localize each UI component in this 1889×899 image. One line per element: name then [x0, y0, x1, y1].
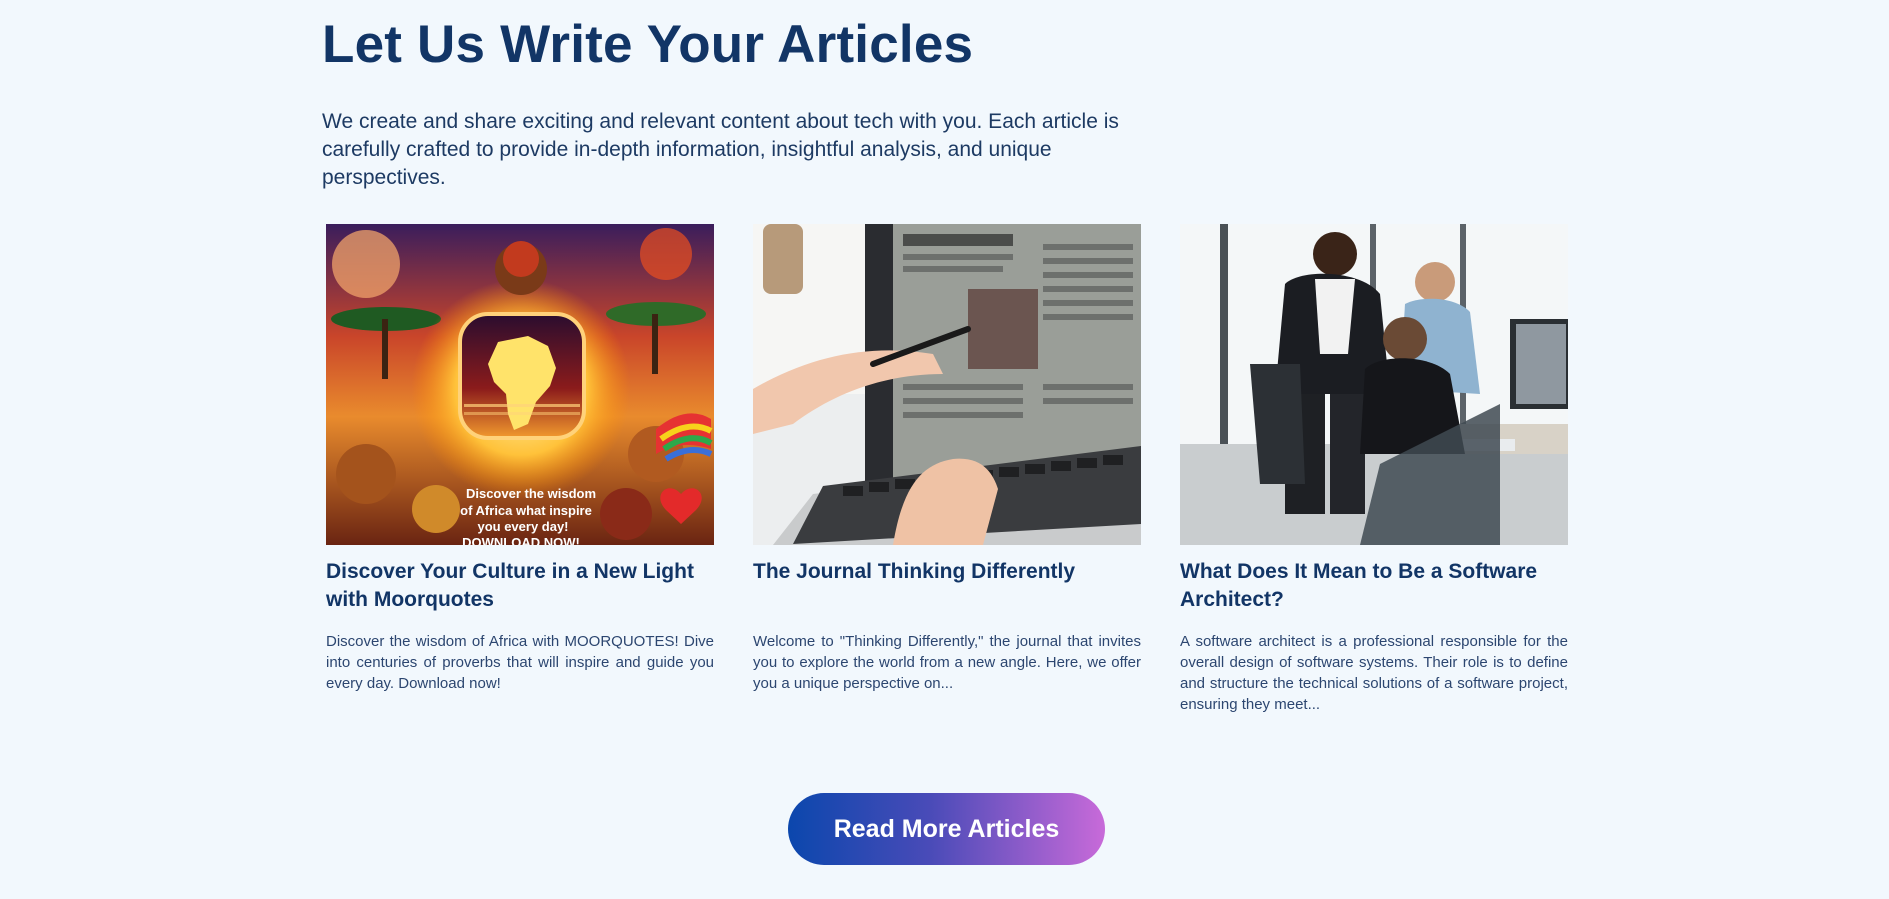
article-title[interactable]: Discover Your Culture in a New Light wit…	[326, 558, 714, 614]
article-card[interactable]: Discover the wisdom of Africa what inspi…	[326, 224, 714, 694]
poster-text-line2: of Africa what inspire	[460, 503, 592, 518]
poster-text-line1: Discover the wisdom	[466, 486, 596, 501]
africa-poster-image[interactable]: Discover the wisdom of Africa what inspi…	[326, 224, 714, 545]
read-more-articles-button[interactable]: Read More Articles	[788, 793, 1105, 865]
article-excerpt: Discover the wisdom of Africa with MOORQ…	[326, 633, 714, 692]
office-team-image[interactable]	[1180, 224, 1568, 545]
article-excerpt: Welcome to "Thinking Differently," the j…	[753, 633, 1141, 692]
article-title[interactable]: The Journal Thinking Differently	[753, 558, 1141, 614]
poster-text-line3: you every day!	[477, 519, 568, 534]
article-title[interactable]: What Does It Mean to Be a Software Archi…	[1180, 558, 1568, 614]
laptop-reading-image[interactable]	[753, 224, 1141, 545]
article-excerpt: A software architect is a professional r…	[1180, 633, 1568, 713]
section-title: Let Us Write Your Articles	[322, 15, 974, 74]
article-card[interactable]: The Journal Thinking Differently Welcome…	[753, 224, 1141, 694]
poster-text-line4: DOWNLOAD NOW!	[462, 535, 580, 545]
article-card[interactable]: What Does It Mean to Be a Software Archi…	[1180, 224, 1568, 715]
section-intro: We create and share exciting and relevan…	[322, 110, 1119, 189]
